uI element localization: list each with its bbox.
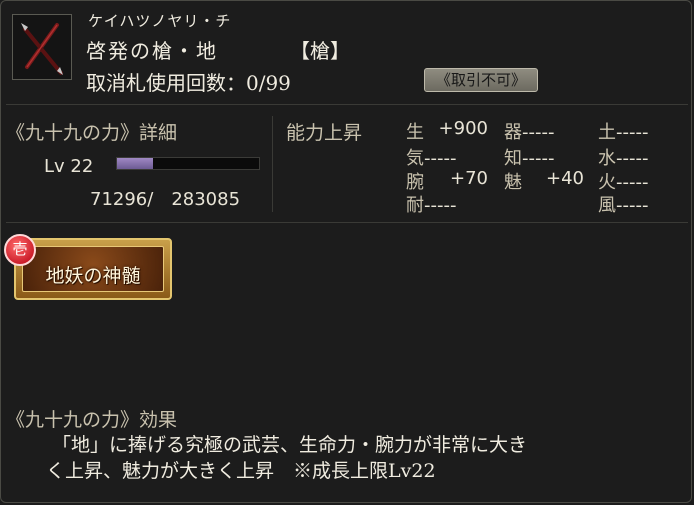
divider [272,116,273,212]
divider [6,104,688,105]
item-type: 【槍】 [290,39,350,63]
spear-icon [12,14,72,80]
stats-title: 能力上昇 [286,122,363,144]
level-label: Lv 22 [44,156,94,177]
stat-str-value: +70 [450,168,488,189]
exp-bar [116,157,260,170]
stat-wind: 風----- [598,195,649,216]
stat-hp-value: +900 [438,118,488,139]
skill-card-label: 地妖の神髄 [45,265,141,287]
stat-hp: 生 [406,122,424,143]
stat-earth: 土----- [598,122,649,143]
item-name: 啓発の槍・地 [86,39,218,63]
stat-cha-value: +40 [546,168,584,189]
stat-water: 水----- [598,148,649,169]
cancel-tag-usage: 取消札使用回数：0/99 [86,71,291,95]
stat-dex: 器----- [504,122,555,143]
item-name-kana: ケイハツノヤリ・チ [88,12,232,30]
effect-line-2: く上昇、魅力が大きく上昇 ※成長上限Lv22 [46,460,436,482]
exp-bar-fill [117,158,153,169]
stat-def: 耐----- [406,195,457,216]
no-trade-badge: 《取引不可》 [424,68,538,92]
stat-int: 知----- [504,148,555,169]
detail-title: 《九十九の力》詳細 [6,122,178,144]
stat-ki: 気----- [406,148,457,169]
effect-title: 《九十九の力》効果 [6,409,178,431]
skill-card-button[interactable]: 地妖の神髄 [14,238,172,300]
skill-card-face: 地妖の神髄 [22,246,164,292]
stat-cha: 魅 [504,172,522,193]
exp-value: 71296/ 283085 [90,189,241,210]
rank-badge: 壱 [4,234,36,266]
effect-line-1: 「地」に捧げる究極の武芸、生命力・腕力が非常に大き [52,434,528,456]
divider [6,222,688,223]
